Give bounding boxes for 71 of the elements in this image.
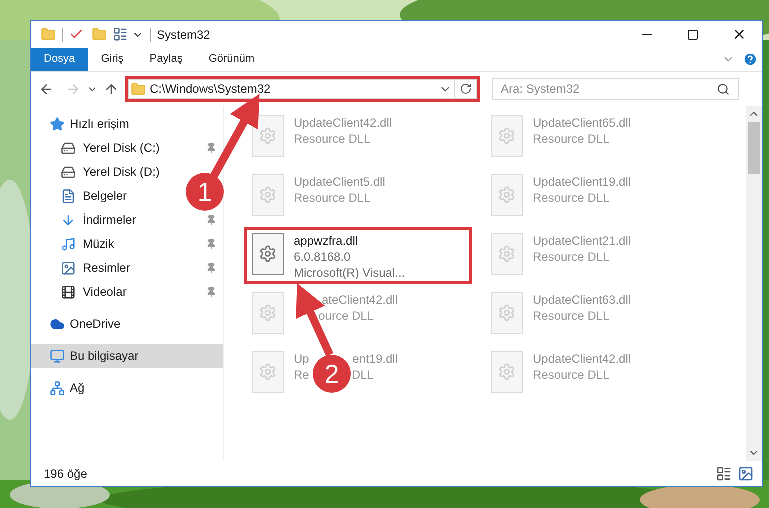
address-field[interactable]: C:\Windows\System32 — [128, 79, 455, 99]
nav-label: Hızlı erişim — [70, 116, 130, 133]
details-view-icon[interactable] — [716, 466, 732, 482]
music-note-icon — [61, 236, 76, 252]
nav-item[interactable]: Resimler — [83, 259, 130, 277]
pin-icon[interactable] — [206, 214, 217, 226]
nav-item[interactable]: Belgeler — [83, 187, 128, 205]
minimize-icon — [642, 34, 652, 35]
file-detail: Resource DLL — [533, 190, 611, 206]
help-icon[interactable] — [743, 52, 758, 67]
cloud-icon — [50, 316, 65, 332]
down-arrow-icon — [61, 212, 76, 228]
ribbon-tab[interactable]: Giriş — [88, 48, 137, 71]
nav-item[interactable]: Yerel Disk (D:) — [83, 163, 160, 181]
file-detail: Re — [294, 367, 310, 383]
drive-icon — [61, 140, 76, 156]
nav-item[interactable]: İndirmeler — [83, 211, 136, 229]
file-name[interactable]: appwzfra.dll — [294, 233, 406, 249]
toolbar-customize-icon[interactable] — [113, 27, 128, 42]
nav-item[interactable]: Hızlı erişim — [31, 112, 223, 136]
address-path: C:\Windows\System32 — [150, 81, 271, 98]
star-icon — [50, 116, 65, 132]
folder-icon[interactable] — [41, 27, 56, 42]
ribbon-tab[interactable]: Görünüm — [196, 48, 268, 71]
file-icon[interactable] — [252, 233, 284, 275]
pin-icon[interactable] — [206, 238, 217, 250]
file-detail: Resource DLL — [294, 190, 372, 206]
pin-icon[interactable] — [206, 142, 217, 154]
pin-icon[interactable] — [206, 262, 217, 274]
item-count: 196 öğe — [44, 466, 88, 482]
nav-item[interactable]: Ağ — [31, 376, 223, 400]
film-icon — [61, 284, 76, 300]
nav-item[interactable]: Yerel Disk (C:) — [83, 139, 160, 157]
refresh-icon — [460, 83, 472, 95]
search-placeholder: Ara: System32 — [501, 81, 580, 98]
file-detail: Resource DLL — [294, 131, 372, 147]
file-detail: Microsoft(R) Visual... — [294, 265, 406, 281]
nav-item[interactable]: Müzik — [83, 235, 114, 253]
window-title: System32 — [157, 26, 210, 44]
pin-icon[interactable] — [206, 286, 217, 298]
file-detail: Resource DLL — [533, 367, 611, 383]
nav-item[interactable]: OneDrive — [31, 312, 223, 336]
file-detail: Resource DLL — [533, 131, 611, 147]
large-icons-view-icon[interactable] — [738, 466, 754, 482]
file-detail: DLL — [352, 367, 374, 383]
back-icon[interactable] — [39, 82, 54, 96]
ribbon-tab[interactable]: Paylaş — [136, 48, 196, 71]
nav-label: OneDrive — [70, 316, 121, 333]
file-detail: Resource DLL — [533, 249, 611, 265]
monitor-icon — [50, 348, 65, 364]
nav-label: Bu bilgisayar — [70, 348, 139, 365]
document-icon — [61, 188, 76, 204]
scrollbar[interactable] — [746, 106, 762, 461]
ribbon-tab[interactable]: Dosya — [31, 48, 88, 71]
nav-label: Ağ — [70, 380, 85, 397]
file-detail: ource DLL — [318, 308, 374, 324]
drive-icon — [61, 164, 76, 180]
maximize-icon — [687, 28, 699, 40]
file-detail: 6.0.8168.0 — [294, 249, 352, 265]
search-icon — [717, 82, 730, 96]
forward-icon[interactable] — [66, 82, 81, 96]
scroll-thumb[interactable] — [748, 122, 760, 174]
refresh-button[interactable] — [455, 79, 477, 99]
image-icon — [61, 260, 76, 276]
nav-item[interactable]: Videolar — [83, 283, 127, 301]
file-detail: Resource DLL — [533, 308, 611, 324]
folder-icon — [131, 82, 146, 96]
network-icon — [50, 380, 65, 396]
new-folder-icon[interactable] — [92, 27, 107, 42]
nav-item[interactable]: Bu bilgisayar — [31, 344, 223, 368]
up-icon[interactable] — [104, 82, 119, 96]
